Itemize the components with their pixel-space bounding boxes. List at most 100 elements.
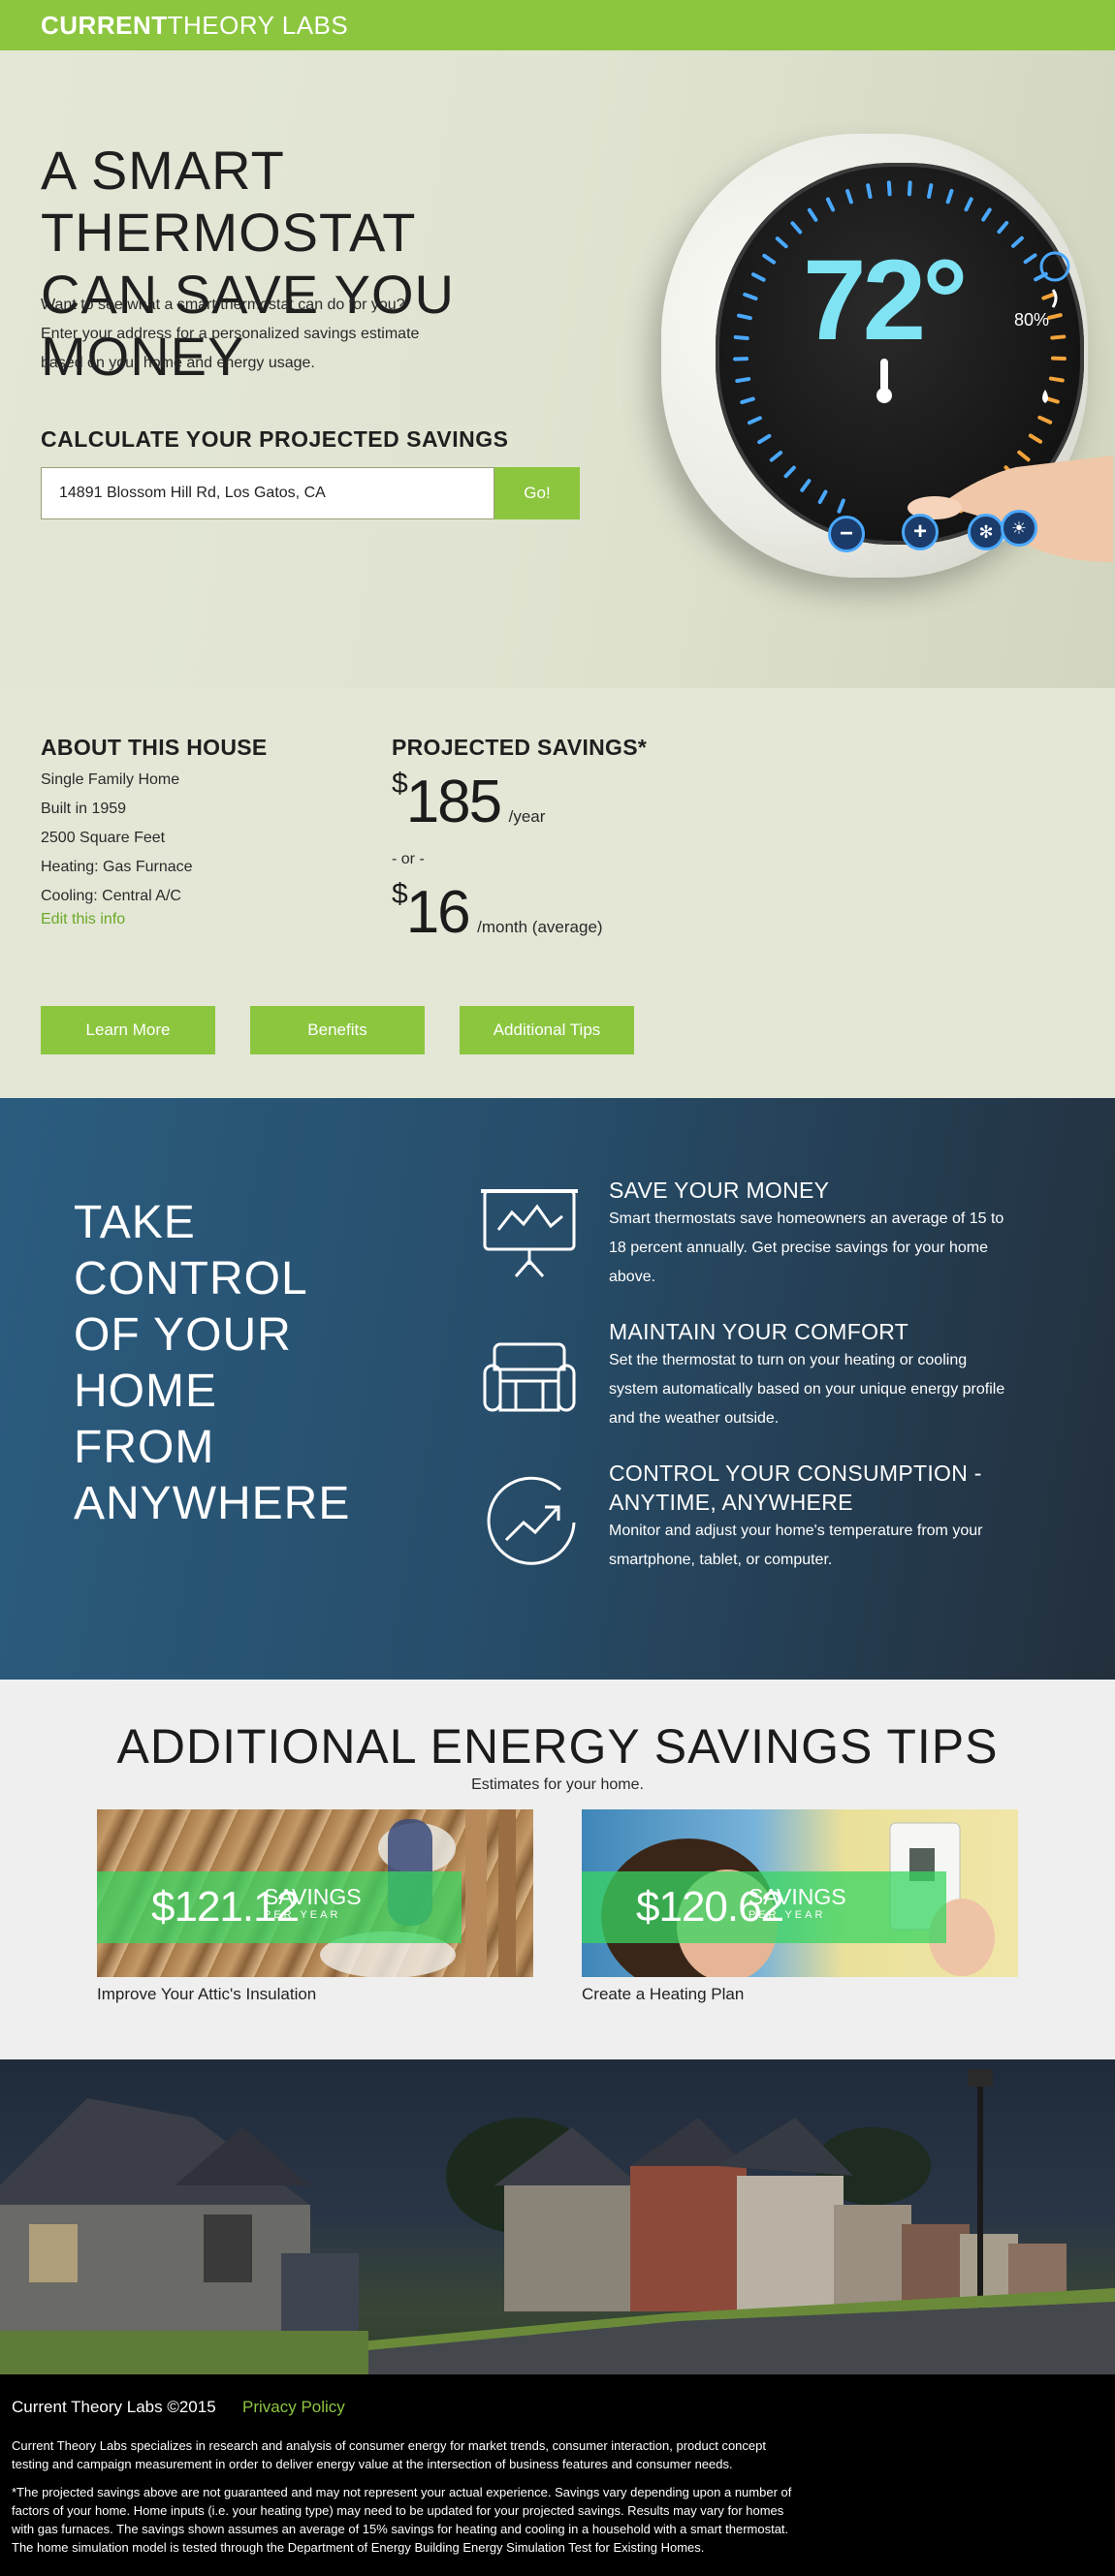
take-control-line: CONTROL: [74, 1253, 308, 1304]
tips-title: ADDITIONAL ENERGY SAVINGS TIPS: [0, 1718, 1115, 1775]
benefits-button[interactable]: Benefits: [250, 1006, 425, 1054]
tip-label: Create a Heating Plan: [582, 1985, 1018, 2004]
address-input[interactable]: [41, 467, 494, 519]
hero-desc-line-2: Enter your address for a personalized sa…: [41, 326, 419, 342]
take-control-line: TAKE: [74, 1197, 196, 1248]
footer-about-line: Current Theory Labs specializes in resea…: [12, 2438, 766, 2453]
dial-tick: [1051, 379, 1063, 381]
tip-image-heating-plan: $120.62 SAVINGSPER YEAR: [582, 1809, 1018, 1977]
hero-section: A SMART THERMOSTAT CAN SAVE YOU MONEY Wa…: [0, 50, 1115, 688]
calculate-savings-heading: CALCULATE YOUR PROJECTED SAVINGS: [41, 426, 508, 453]
footer-about-line: testing and campaign measurement in orde…: [12, 2457, 733, 2471]
tip-card-heating-plan[interactable]: $120.62 SAVINGSPER YEAR Create a Heating…: [582, 1809, 1018, 2004]
additional-tips-button[interactable]: Additional Tips: [460, 1006, 634, 1054]
tip-savings-band: $120.62 SAVINGSPER YEAR: [582, 1871, 946, 1943]
take-control-title: TAKE CONTROL OF YOUR HOME FROM ANYWHERE: [74, 1195, 345, 1532]
thermostat-plus-icon: +: [902, 514, 939, 550]
dial-tick: [1049, 315, 1061, 318]
dial-tick: [1043, 294, 1054, 298]
thermostat-sun-icon: ☀: [1001, 510, 1037, 547]
feature-control-consumption: CONTROL YOUR CONSUMPTION - ANYTIME, ANYW…: [609, 1459, 1055, 1575]
hero-description: Want to see what a smart thermostat can …: [41, 291, 467, 378]
tips-subtitle: Estimates for your home.: [0, 1776, 1115, 1794]
dial-tick: [1031, 435, 1040, 441]
projected-savings-heading: PROJECTED SAVINGS*: [392, 735, 647, 761]
monthly-savings-amount: $16: [392, 878, 469, 947]
take-control-line: FROM: [74, 1422, 214, 1473]
footer-disclaimer-line: *The projected savings above are not gua…: [12, 2485, 791, 2499]
thermostat-minus-icon: −: [828, 516, 865, 552]
armchair-icon: [481, 1336, 578, 1418]
top-bar: CURRENTTHEORY LABS: [0, 0, 1115, 50]
privacy-policy-link[interactable]: Privacy Policy: [242, 2398, 345, 2417]
footer-disclaimer-line: with gas furnaces. The savings shown ass…: [12, 2522, 788, 2536]
take-control-section: TAKE CONTROL OF YOUR HOME FROM ANYWHERE …: [0, 1098, 1115, 1680]
thermostat-image: 72° 80% − + ✻ ☀: [648, 128, 1115, 632]
brand-logo[interactable]: CURRENTTHEORY LABS: [41, 12, 348, 39]
dial-tick: [745, 295, 755, 298]
tip-image-insulation: $121.12 SAVINGSPER YEAR: [97, 1809, 533, 1977]
feature-title: CONTROL YOUR CONSUMPTION - ANYTIME, ANYW…: [609, 1459, 1055, 1517]
house-details-list: Single Family Home Built in 1959 2500 Sq…: [41, 766, 193, 911]
dial-tick: [810, 210, 816, 220]
dial-tick: [966, 199, 971, 209]
feature-text: Monitor and adjust your home's temperatu…: [609, 1517, 1055, 1575]
yearly-savings-value: 185: [406, 769, 500, 835]
take-control-line: OF YOUR: [74, 1309, 292, 1361]
feature-text-line: system automatically based on your uniqu…: [609, 1381, 1004, 1398]
yearly-savings-unit: /year: [509, 807, 546, 827]
dial-tick: [1013, 238, 1022, 246]
go-button[interactable]: Go!: [494, 467, 580, 519]
dial-tick: [792, 223, 800, 232]
feature-title-line: ANYTIME, ANYWHERE: [609, 1490, 853, 1515]
dial-tick: [868, 185, 870, 197]
tip-per-year: PER YEAR: [264, 1908, 362, 1922]
dial-tick: [1052, 336, 1064, 337]
footer-disclaimer-line: factors of your home. Home inputs (i.e. …: [12, 2503, 783, 2518]
feature-text-line: 18 percent annually. Get precise savings…: [609, 1240, 988, 1256]
dial-tick: [1026, 255, 1035, 262]
feature-text-line: and the weather outside.: [609, 1410, 779, 1427]
dial-tick: [759, 436, 769, 442]
tip-savings-label: SAVINGSPER YEAR: [264, 1885, 362, 1922]
footer-copyright: Current Theory Labs ©2015: [12, 2398, 216, 2417]
tip-per-year: PER YEAR: [749, 1908, 846, 1922]
thermostat-humidity: 80%: [1014, 310, 1049, 330]
dial-tick: [802, 481, 809, 490]
house-savings-section: ABOUT THIS HOUSE Single Family Home Buil…: [0, 688, 1115, 1098]
feature-text: Smart thermostats save homeowners an ave…: [609, 1205, 1055, 1292]
dial-tick: [983, 209, 990, 219]
hero-desc-line-3: based on your home and energy usage.: [41, 355, 315, 371]
house-detail-item: 2500 Square Feet: [41, 824, 193, 853]
learn-more-button[interactable]: Learn More: [41, 1006, 215, 1054]
monthly-savings-value: 16: [406, 879, 469, 946]
dial-tick: [820, 491, 826, 501]
dial-tick: [999, 223, 1006, 232]
dial-tick: [772, 453, 780, 460]
neighborhood-image: [0, 2059, 1115, 2374]
house-detail-item: Built in 1959: [41, 795, 193, 824]
dial-tick: [948, 191, 952, 202]
dial-tick: [749, 418, 760, 423]
footer-disclaimer-line: The home simulation model is tested thro…: [12, 2540, 704, 2555]
dial-tick: [909, 182, 910, 194]
dial-tick: [753, 274, 764, 280]
dial-tick: [929, 185, 931, 197]
dial-tick: [764, 256, 774, 263]
or-separator: - or -: [392, 851, 425, 868]
edit-info-link[interactable]: Edit this info: [41, 911, 125, 928]
tip-card-insulation[interactable]: $121.12 SAVINGSPER YEAR Improve Your Att…: [97, 1809, 533, 2004]
trend-up-icon: [481, 1472, 582, 1573]
yearly-savings: $185 /year: [392, 768, 545, 836]
currency-symbol: $: [392, 768, 406, 800]
dial-tick: [786, 468, 794, 477]
dial-tick: [889, 182, 890, 194]
dial-tick: [828, 200, 833, 210]
dial-tick: [1019, 453, 1028, 460]
houses-street-icon: [0, 2059, 1115, 2374]
house-detail-item: Heating: Gas Furnace: [41, 853, 193, 882]
feature-text-line: Monitor and adjust your home's temperatu…: [609, 1523, 982, 1539]
energy-tips-section: ADDITIONAL ENERGY SAVINGS TIPS Estimates…: [0, 1680, 1115, 2059]
thermostat-fan-icon: ✻: [968, 514, 1004, 550]
feature-maintain-comfort: MAINTAIN YOUR COMFORT Set the thermostat…: [609, 1317, 1055, 1433]
